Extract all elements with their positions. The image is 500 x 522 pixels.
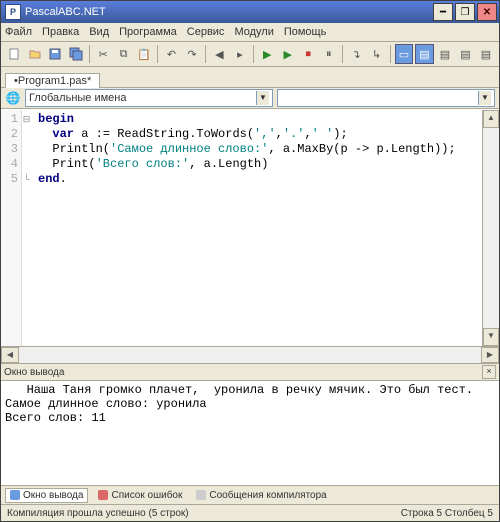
step-over-icon[interactable]: ↴ xyxy=(347,44,365,64)
line-number: 2 xyxy=(1,127,21,142)
code-editor[interactable]: 1 2 3 4 5 ⊟ └ begin var a := ReadString.… xyxy=(1,109,499,346)
menu-help[interactable]: Помощь xyxy=(284,26,327,38)
menu-edit[interactable]: Правка xyxy=(42,26,79,38)
new-file-icon[interactable] xyxy=(5,44,23,64)
toolbar-sep xyxy=(253,45,254,63)
status-bar: Компиляция прошла успешно (5 строк) Стро… xyxy=(1,505,499,521)
toolbar-sep xyxy=(157,45,158,63)
navigation-row: 🌐 Глобальные имена ▼ ▼ xyxy=(1,88,499,109)
fold-end-icon: └ xyxy=(22,172,31,187)
close-panel-icon[interactable]: × xyxy=(482,365,496,379)
tab-errors[interactable]: Список ошибок xyxy=(94,489,186,502)
panel4-icon[interactable]: ▤ xyxy=(456,44,474,64)
code-line[interactable]: Println('Самое длинное слово:', a.MaxBy(… xyxy=(38,142,482,157)
toolbar: ✂ ⧉ 📋 ↶ ↷ ◀ ▸ ▶ ▶ ⏹ ⏸ ↴ ↳ ▭ ▤ ▤ ▤ ▤ xyxy=(1,42,499,67)
tab-output[interactable]: Окно вывода xyxy=(5,488,88,503)
bottom-tabs: Окно вывода Список ошибок Сообщения комп… xyxy=(1,486,499,505)
undo-icon[interactable]: ↶ xyxy=(162,44,180,64)
scroll-track[interactable] xyxy=(483,128,499,328)
scroll-left-icon[interactable]: ◀ xyxy=(1,347,19,363)
chevron-down-icon: ▼ xyxy=(478,91,491,105)
stop-icon[interactable]: ⏹ xyxy=(299,44,317,64)
tab-output-label: Окно вывода xyxy=(23,490,83,501)
menu-view[interactable]: Вид xyxy=(89,26,109,38)
app-icon: P xyxy=(5,4,21,20)
nav-arrow-icon[interactable]: ▸ xyxy=(231,44,249,64)
nav-back-icon[interactable]: ◀ xyxy=(210,44,228,64)
menu-modules[interactable]: Модули xyxy=(234,26,273,38)
maximize-button[interactable]: ❐ xyxy=(455,3,475,21)
toolbar-sep xyxy=(342,45,343,63)
tab-errors-label: Список ошибок xyxy=(111,490,182,501)
minimize-button[interactable]: ━ xyxy=(433,3,453,21)
errors-tab-icon xyxy=(98,490,108,500)
panel2-icon[interactable]: ▤ xyxy=(415,44,433,64)
cursor-position: Строка 5 Столбец 5 xyxy=(401,508,493,519)
output-panel-icon[interactable]: ▭ xyxy=(395,44,413,64)
vertical-scrollbar[interactable]: ▲ ▼ xyxy=(482,110,499,346)
toolbar-sep xyxy=(205,45,206,63)
fold-minus-icon[interactable]: ⊟ xyxy=(22,112,31,127)
menu-file[interactable]: Файл xyxy=(5,26,32,38)
close-button[interactable]: ✕ xyxy=(477,3,497,21)
run2-icon[interactable]: ▶ xyxy=(279,44,297,64)
compiler-tab-icon xyxy=(196,490,206,500)
run-icon[interactable]: ▶ xyxy=(258,44,276,64)
window-buttons: ━ ❐ ✕ xyxy=(433,3,497,21)
code-line[interactable]: end. xyxy=(38,172,482,187)
code-area[interactable]: begin var a := ReadString.ToWords(',','.… xyxy=(22,110,482,346)
output-title: Окно вывода xyxy=(4,367,64,378)
cut-icon[interactable]: ✂ xyxy=(94,44,112,64)
toolbar-sep xyxy=(390,45,391,63)
step-into-icon[interactable]: ↳ xyxy=(367,44,385,64)
output-tab-icon xyxy=(10,490,20,500)
line-number: 4 xyxy=(1,157,21,172)
panel3-icon[interactable]: ▤ xyxy=(436,44,454,64)
globe-icon[interactable]: 🌐 xyxy=(5,90,21,106)
menu-service[interactable]: Сервис xyxy=(187,26,225,38)
status-message: Компиляция прошла успешно (5 строк) xyxy=(7,508,189,519)
copy-icon[interactable]: ⧉ xyxy=(114,44,132,64)
code-line[interactable]: Print('Всего слов:', a.Length) xyxy=(38,157,482,172)
window-title: PascalABC.NET xyxy=(25,6,433,18)
scope-dropdown[interactable]: Глобальные имена ▼ xyxy=(25,89,273,107)
line-number: 1 xyxy=(1,112,21,127)
output-panel[interactable]: Наша Таня громко плачет, уронила в речку… xyxy=(1,381,499,486)
scroll-track[interactable] xyxy=(19,347,481,363)
panel5-icon[interactable]: ▤ xyxy=(477,44,495,64)
pause-icon[interactable]: ⏸ xyxy=(319,44,337,64)
output-header: Окно вывода × xyxy=(1,363,499,381)
chevron-down-icon: ▼ xyxy=(256,91,269,105)
save-all-icon[interactable] xyxy=(66,44,84,64)
member-dropdown[interactable]: ▼ xyxy=(277,89,495,107)
save-icon[interactable] xyxy=(46,44,64,64)
scroll-right-icon[interactable]: ▶ xyxy=(481,347,499,363)
app-window: P PascalABC.NET ━ ❐ ✕ Файл Правка Вид Пр… xyxy=(0,0,500,522)
file-tab-program1[interactable]: •Program1.pas* xyxy=(5,73,100,88)
redo-icon[interactable]: ↷ xyxy=(183,44,201,64)
tab-compiler[interactable]: Сообщения компилятора xyxy=(192,489,330,502)
scope-dropdown-value: Глобальные имена xyxy=(29,92,127,104)
file-tabs: •Program1.pas* xyxy=(1,67,499,88)
line-number: 5 xyxy=(1,172,21,187)
code-line[interactable]: var a := ReadString.ToWords(',','.',' ')… xyxy=(38,127,482,142)
line-gutter: 1 2 3 4 5 xyxy=(1,110,22,346)
code-line[interactable]: begin xyxy=(38,112,482,127)
scroll-down-icon[interactable]: ▼ xyxy=(483,328,499,346)
menu-bar: Файл Правка Вид Программа Сервис Модули … xyxy=(1,23,499,42)
menu-program[interactable]: Программа xyxy=(119,26,177,38)
open-file-icon[interactable] xyxy=(25,44,43,64)
scroll-up-icon[interactable]: ▲ xyxy=(483,110,499,128)
paste-icon[interactable]: 📋 xyxy=(135,44,153,64)
toolbar-sep xyxy=(89,45,90,63)
line-number: 3 xyxy=(1,142,21,157)
horizontal-scrollbar[interactable]: ◀ ▶ xyxy=(1,346,499,363)
tab-compiler-label: Сообщения компилятора xyxy=(209,490,326,501)
fold-column: ⊟ └ xyxy=(22,112,31,187)
titlebar: P PascalABC.NET ━ ❐ ✕ xyxy=(1,1,499,23)
